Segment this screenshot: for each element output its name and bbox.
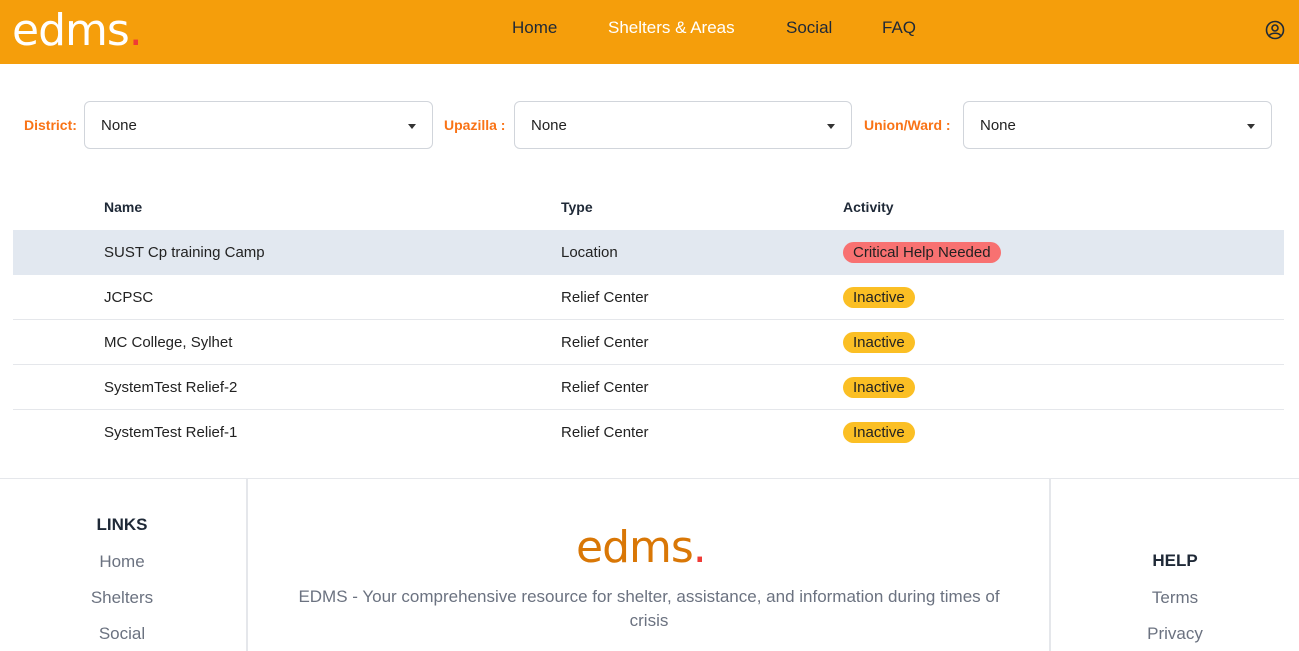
footer-link-shelters[interactable]: Shelters [62,588,182,608]
footer-logo: edms. [576,521,707,575]
table-row[interactable]: SystemTest Relief-1 Relief Center Inacti… [13,410,1284,455]
row-type: Relief Center [561,289,649,306]
footer-divider [246,478,248,651]
chevron-down-icon [1247,124,1255,129]
status-badge: Critical Help Needed [843,242,1001,263]
upazilla-value: None [531,117,567,134]
upazilla-select[interactable]: None [514,101,852,149]
column-header-activity[interactable]: Activity [843,199,894,215]
chevron-down-icon [827,124,835,129]
footer-logo-dot: . [692,522,707,573]
table-row[interactable]: SystemTest Relief-2 Relief Center Inacti… [13,365,1284,410]
logo-dot: . [128,5,143,56]
status-badge: Inactive [843,422,915,443]
status-badge: Inactive [843,332,915,353]
chevron-down-icon [408,124,416,129]
union-ward-value: None [980,117,1016,134]
edms-logo[interactable]: edms. [12,4,143,58]
nav-shelters-areas[interactable]: Shelters & Areas [608,18,735,38]
footer-link-terms[interactable]: Terms [1115,588,1235,608]
district-select[interactable]: None [84,101,433,149]
footer-divider [1049,478,1051,651]
union-ward-label: Union/Ward : [864,117,951,133]
nav-faq[interactable]: FAQ [882,18,916,38]
footer-link-privacy[interactable]: Privacy [1115,624,1235,644]
nav-home[interactable]: Home [512,18,557,38]
row-name: MC College, Sylhet [104,334,233,351]
top-navbar: edms. Home Shelters & Areas Social FAQ [0,0,1299,64]
column-header-name[interactable]: Name [104,199,142,215]
table-row[interactable]: MC College, Sylhet Relief Center Inactiv… [13,320,1284,365]
footer-help-heading: HELP [1152,551,1198,570]
footer-description: EDMS - Your comprehensive resource for s… [298,587,1000,630]
logo-text: edms [12,5,130,56]
row-name: JCPSC [104,289,154,306]
footer-links-heading: LINKS [96,515,148,534]
column-header-type[interactable]: Type [561,199,593,215]
row-name: SystemTest Relief-2 [104,379,238,396]
nav-social[interactable]: Social [786,18,832,38]
user-circle-icon[interactable] [1265,20,1285,40]
district-value: None [101,117,137,134]
status-badge: Inactive [843,287,915,308]
row-type: Relief Center [561,379,649,396]
upazilla-label: Upazilla : [444,117,506,133]
row-type: Location [561,244,618,261]
footer-link-social[interactable]: Social [62,624,182,644]
footer-logo-text: edms [576,522,694,573]
row-type: Relief Center [561,334,649,351]
table-row[interactable]: JCPSC Relief Center Inactive [13,275,1284,320]
row-name: SUST Cp training Camp [104,244,265,261]
table-row[interactable]: SUST Cp training Camp Location Critical … [13,230,1284,275]
district-label: District: [24,117,77,133]
status-badge: Inactive [843,377,915,398]
footer-link-home[interactable]: Home [62,552,182,572]
union-ward-select[interactable]: None [963,101,1272,149]
row-name: SystemTest Relief-1 [104,424,238,441]
row-type: Relief Center [561,424,649,441]
